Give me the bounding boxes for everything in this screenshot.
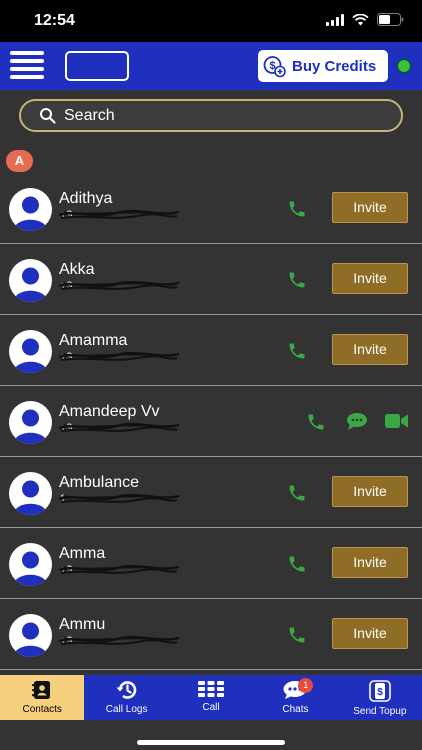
contact-name: Amma [59,545,106,562]
phone-icon[interactable] [287,483,307,508]
dollar-add-icon: $ [263,56,286,78]
contact-name: Ammu [59,616,106,633]
tab-chats-label: Chats [282,704,309,715]
invite-button[interactable]: Invite [332,618,408,649]
contact-name: Amamma [59,332,128,349]
bottom-tab-bar: Contacts Call Logs Call 1 Chats $ Send T… [0,675,422,720]
wifi-icon [352,13,369,25]
invite-button[interactable]: Invite [332,476,408,507]
home-indicator [137,740,285,745]
contact-row[interactable]: Akka +9 Invite [0,244,422,315]
svg-text:$: $ [377,687,383,698]
avatar [9,614,52,657]
tab-contacts-label: Contacts [22,704,62,715]
section-header-letter: A [6,150,33,172]
contact-row[interactable]: Amandeep Vv +9 [0,386,422,457]
phone-icon[interactable] [287,625,307,650]
tab-call-logs[interactable]: Call Logs [84,675,168,720]
hamburger-menu-icon[interactable] [10,51,44,79]
contact-row[interactable]: Ammu +9 Invite [0,599,422,670]
phone-icon[interactable] [287,341,307,366]
phone-icon[interactable] [287,554,307,579]
cellular-signal-icon [326,13,344,26]
contact-row[interactable]: Amma +9 Invite [0,528,422,599]
tab-call[interactable]: Call [169,675,253,720]
chats-unread-badge: 1 [298,678,314,693]
contact-row[interactable]: Ambulance 1 Invite [0,457,422,528]
invite-button[interactable]: Invite [332,192,408,223]
contact-row[interactable]: Adithya +9 Invite [0,173,422,244]
invite-button[interactable]: Invite [332,547,408,578]
contact-row[interactable]: Amamma +9 Invite [0,315,422,386]
contact-list: Adithya +9 Invite Akka +9 Invite Amamma +9 Invit… [0,173,422,670]
contact-name: Akka [59,261,95,278]
video-camera-icon[interactable] [385,413,409,434]
phone-icon[interactable] [306,412,326,437]
topup-phone-icon: $ [369,680,391,702]
redaction-scribble [57,562,182,583]
avatar [9,188,52,231]
search-input[interactable]: Search [19,99,403,132]
chat-bubble-icon[interactable] [346,412,368,436]
invite-button[interactable]: Invite [332,263,408,294]
contacts-icon [32,681,51,699]
contact-name: Adithya [59,190,113,207]
contact-name: Amandeep Vv [59,403,160,420]
avatar [9,543,52,586]
invite-button[interactable]: Invite [332,334,408,365]
status-time: 12:54 [34,12,75,29]
redaction-scribble [57,420,182,441]
redaction-scribble [57,278,182,299]
tab-send-topup-label: Send Topup [353,706,407,717]
redaction-scribble [57,633,182,654]
redaction-scribble [57,207,182,228]
tab-send-topup[interactable]: $ Send Topup [338,675,422,720]
search-placeholder: Search [64,106,115,124]
tab-call-label: Call [202,702,220,713]
phone-icon[interactable] [287,199,307,224]
avatar [9,472,52,515]
tab-contacts[interactable]: Contacts [0,675,85,720]
redaction-scribble [57,491,182,512]
redaction-scribble [57,349,182,370]
avatar [9,401,52,444]
search-icon [40,108,56,124]
avatar [9,259,52,302]
buy-credits-button[interactable]: $ Buy Credits [258,50,388,82]
battery-icon [377,13,404,26]
logo-placeholder [65,51,129,81]
contact-name: Ambulance [59,474,140,491]
dialpad-icon [198,681,225,697]
tab-call-logs-label: Call Logs [105,704,148,715]
tab-chats[interactable]: 1 Chats [253,675,337,720]
call-history-icon [116,681,136,699]
app-header: $ Buy Credits [0,42,422,90]
buy-credits-label: Buy Credits [292,57,377,75]
online-status-indicator [397,59,411,73]
avatar [9,330,52,373]
status-bar: 12:54 [0,0,422,42]
phone-icon[interactable] [287,270,307,295]
